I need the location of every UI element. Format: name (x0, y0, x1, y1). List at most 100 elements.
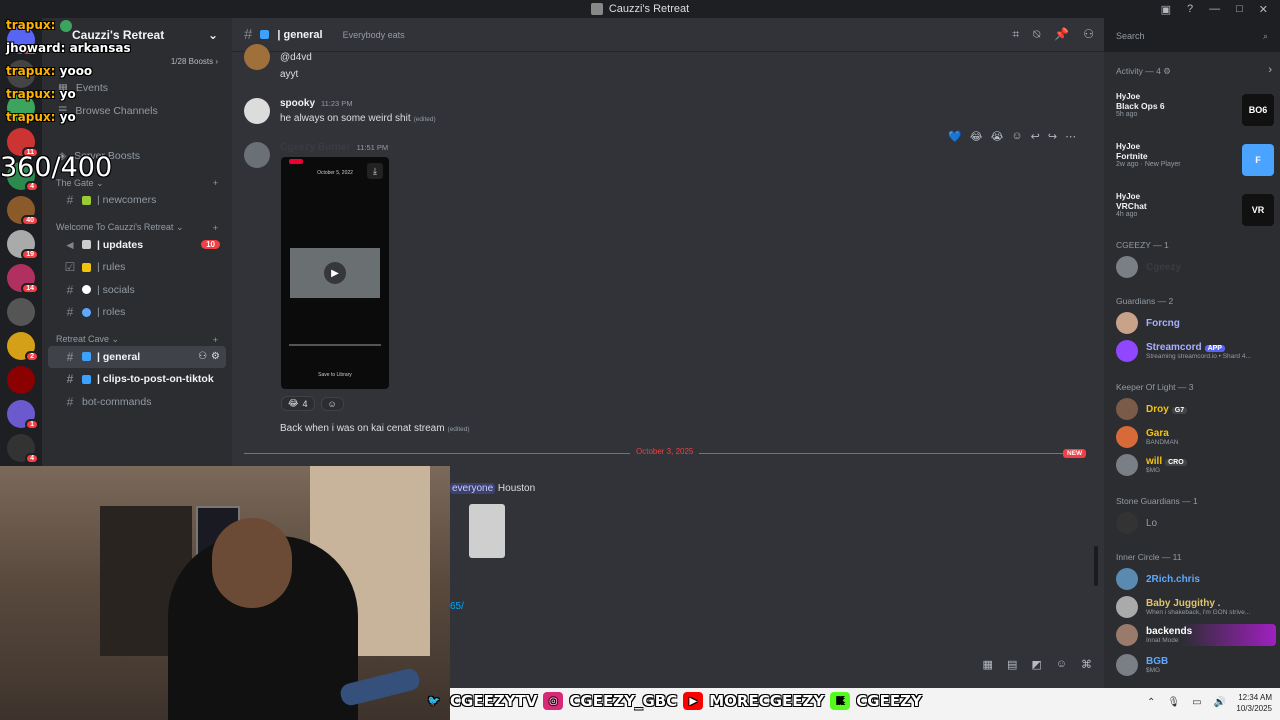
gear-icon[interactable]: ⚙ (211, 351, 220, 362)
server-icon[interactable] (7, 298, 35, 326)
image-attachment[interactable] (469, 504, 505, 558)
gif-icon[interactable]: ▤ (1007, 658, 1017, 671)
overlay-chat-line: trapux: yo (6, 110, 76, 124)
download-icon[interactable]: ⤓ (367, 163, 383, 179)
message: spooky 11:23 PM he always on some weird s… (232, 98, 1092, 134)
channel-bot-commands[interactable]: # bot-commands (48, 391, 226, 414)
pin-icon[interactable]: 📌 (1054, 27, 1069, 42)
hash-icon: # (66, 372, 74, 387)
maximize-button[interactable]: □ (1236, 3, 1243, 15)
apps-icon[interactable]: ⌘ (1081, 658, 1092, 671)
message-link[interactable]: 65/ (450, 601, 464, 612)
reply-icon[interactable]: ↩ (1031, 130, 1040, 143)
member-list-icon[interactable]: ⚇ (1083, 27, 1094, 42)
member-item[interactable]: Cgeezy (1116, 256, 1181, 278)
avatar (1116, 256, 1138, 278)
mic-icon[interactable]: 🎙 (1167, 697, 1180, 708)
add-reaction-icon[interactable]: ☺ (1011, 130, 1022, 143)
channel-rules[interactable]: ☑ | rules (48, 256, 226, 279)
server-icon[interactable]: 14 (7, 264, 39, 294)
member-item[interactable]: Lo (1116, 512, 1157, 534)
server-icon[interactable]: 2 (7, 332, 39, 362)
category-welcome[interactable]: Welcome To Cauzzi's Retreat ⌄ + (42, 212, 232, 234)
kick-icon: K (830, 692, 851, 710)
window-controls: ▣ ? — □ ✕ (1161, 0, 1268, 18)
channel-emoji-icon (82, 195, 91, 205)
member-item[interactable]: Gara BANDMAN (1116, 426, 1179, 448)
forward-icon[interactable]: ↪ (1048, 130, 1057, 143)
invite-icon[interactable]: ⚇ (198, 351, 207, 362)
sticker-icon[interactable]: ◩ (1031, 658, 1041, 671)
video-preview[interactable]: ▶ (290, 248, 380, 298)
avatar (1116, 624, 1138, 646)
message-text: Back when i was on kai cenat stream (edit… (280, 423, 470, 434)
avatar (1116, 596, 1138, 618)
server-icon[interactable]: 1 (7, 400, 39, 430)
clock[interactable]: 12:34 AM 10/3/2025 (1236, 692, 1272, 714)
category-retreat-cave[interactable]: Retreat Cave ⌄ + (42, 324, 232, 346)
minimize-button[interactable]: — (1209, 3, 1220, 15)
member-item[interactable]: backends Innat Mode (1116, 624, 1276, 646)
channel-roles[interactable]: # | roles (48, 301, 226, 324)
rules-icon: ☑ (64, 260, 76, 275)
member-item[interactable]: Droy G7 (1116, 398, 1188, 420)
close-button[interactable]: ✕ (1259, 3, 1268, 16)
member-item[interactable]: will CRO $MG (1116, 454, 1187, 476)
scrollbar[interactable] (1094, 546, 1098, 586)
role-group-header: Inner Circle — 11 (1116, 552, 1182, 562)
reactions-row: 😂 4 ☺ (281, 396, 344, 411)
volume-icon[interactable]: 🔊 (1214, 697, 1226, 708)
threads-icon[interactable]: ⌗ (1012, 27, 1019, 42)
overlay-chat-line: jhoward: arkansas (6, 41, 131, 55)
member-item[interactable]: Baby Juggithy . When i shakeback, i'm GON… (1116, 596, 1250, 618)
title-bar: Cauzzi's Retreat (0, 0, 1280, 18)
hash-icon: # (244, 26, 253, 43)
add-channel-icon[interactable]: + (213, 223, 218, 233)
channel-newcomers[interactable]: # | newcomers (48, 189, 226, 212)
message-author[interactable]: Cgeezy Burner 11:51 PM (280, 142, 388, 153)
activity-card[interactable]: HyJoe Fortnite 2w ago · New Player F (1116, 142, 1276, 180)
hash-icon: # (66, 193, 74, 208)
activity-card[interactable]: HyJoe VRChat 4h ago VR (1116, 192, 1276, 230)
video-progress-bar[interactable] (289, 344, 381, 346)
add-channel-icon[interactable]: + (213, 335, 218, 345)
hash-icon: # (66, 349, 74, 364)
role-group-header: Guardians — 2 (1116, 296, 1174, 306)
display-icon[interactable]: ▭ (1192, 697, 1201, 708)
mute-bell-icon[interactable]: ⍉ (1033, 27, 1040, 42)
member-item[interactable]: 2Rich.chris (1116, 568, 1200, 590)
add-channel-icon[interactable]: + (213, 178, 218, 188)
channel-updates[interactable]: ◄ | updates 10 (48, 234, 226, 257)
inbox-icon[interactable]: ▣ (1161, 3, 1171, 16)
message-author[interactable]: spooky 11:23 PM (280, 98, 353, 109)
laugh-emoji-icon[interactable]: 😂 (970, 130, 983, 143)
chevron-right-icon[interactable]: › (1268, 64, 1272, 76)
add-reaction-button[interactable]: ☺ (320, 396, 344, 411)
help-icon[interactable]: ? (1187, 3, 1193, 15)
chevron-up-icon[interactable]: ⌃ (1147, 697, 1155, 708)
reaction-laugh[interactable]: 😂 4 (281, 396, 315, 411)
member-item[interactable]: Streamcord APP Streaming streamcord.io • S… (1116, 340, 1251, 362)
search-input[interactable]: Search ⌕ (1110, 26, 1274, 46)
server-icon[interactable]: 19 (7, 230, 39, 260)
channel-general[interactable]: # | general ⚇ ⚙ (48, 345, 226, 368)
channel-clips[interactable]: # | clips-to-post-on-tiktok (48, 368, 226, 391)
activity-card[interactable]: HyJoe Black Ops 6 5h ago BO6 (1116, 92, 1276, 130)
channel-socials[interactable]: # | socials (48, 279, 226, 302)
twitter-icon: 🐦 (427, 695, 441, 707)
mention[interactable]: everyone (450, 483, 496, 494)
gift-icon[interactable]: ▦ (983, 658, 993, 671)
member-item[interactable]: Forcng (1116, 312, 1180, 334)
server-icon[interactable] (7, 366, 35, 394)
avatar (1116, 398, 1138, 420)
heart-emoji-icon[interactable]: 💙 (948, 130, 962, 143)
message-text: he always on some weird shit (edited) (280, 113, 436, 124)
server-icon[interactable]: 40 (7, 196, 39, 226)
member-item[interactable]: BGB $MG (1116, 654, 1168, 676)
cry-emoji-icon[interactable]: 😭 (991, 130, 1004, 143)
emoji-icon[interactable]: ☺ (1056, 658, 1067, 671)
video-attachment[interactable]: October 5, 2022 ⤓ ▶ Save to Library (281, 157, 389, 389)
play-icon[interactable]: ▶ (324, 262, 346, 284)
more-icon[interactable]: ⋯ (1065, 130, 1076, 143)
server-icon[interactable]: 4 (7, 434, 39, 464)
